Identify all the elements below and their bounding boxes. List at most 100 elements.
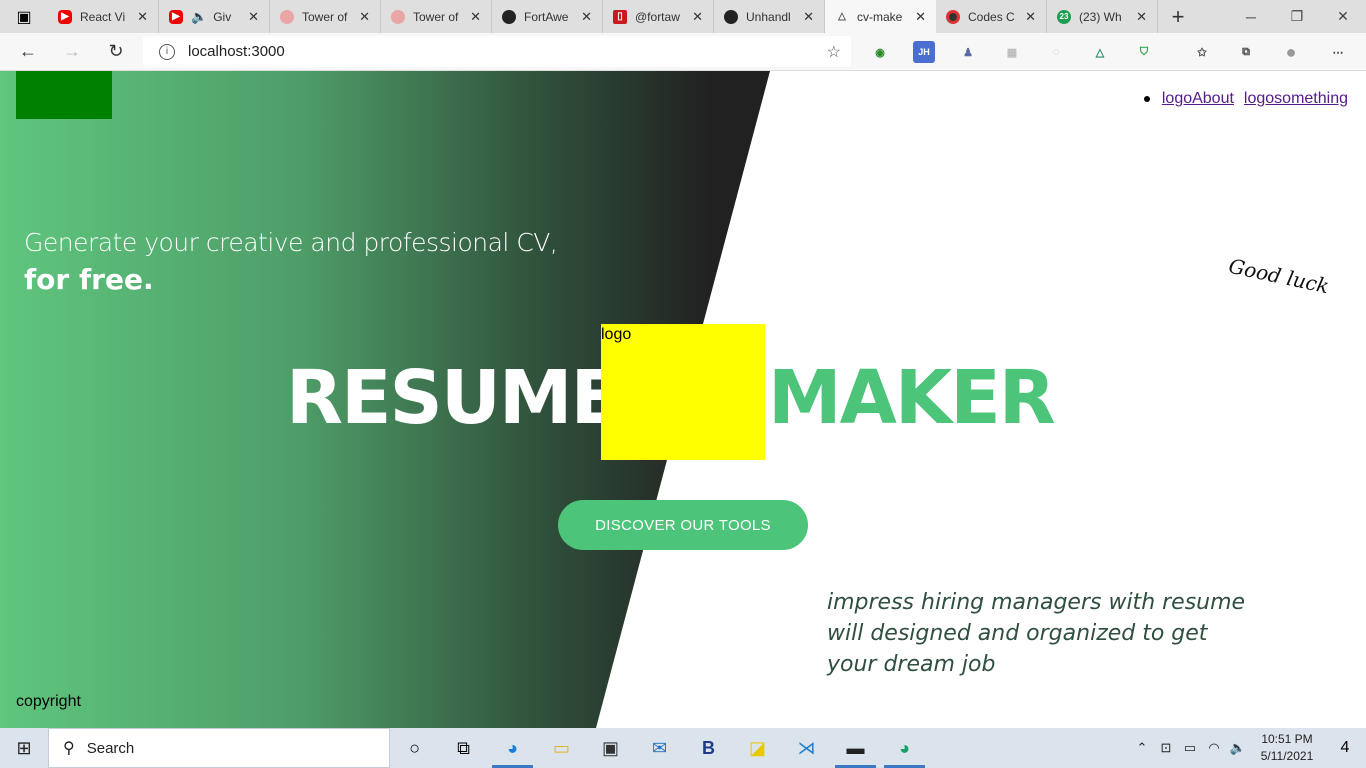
- tab-5[interactable]: ▯ @fortaw ✕: [603, 0, 714, 33]
- close-icon[interactable]: ✕: [137, 9, 148, 25]
- terminal-icon[interactable]: ▬: [831, 728, 880, 768]
- collections-icon[interactable]: ⧉: [1235, 41, 1257, 63]
- notification-icon[interactable]: 4: [1324, 739, 1366, 757]
- nav-link-something[interactable]: logosomething: [1244, 90, 1348, 108]
- chevron-up-icon[interactable]: ⌃: [1130, 740, 1154, 756]
- youtube-icon: ▶: [58, 9, 72, 24]
- back-icon[interactable]: ←: [6, 33, 50, 71]
- add-favorite-icon[interactable]: ☆: [827, 42, 841, 62]
- github-icon: [502, 9, 516, 24]
- favorites-icon[interactable]: ✩: [1191, 41, 1213, 63]
- close-icon[interactable]: ✕: [1136, 9, 1147, 25]
- battery-icon[interactable]: ▭: [1178, 740, 1202, 756]
- extension-globe-icon[interactable]: ◉: [869, 41, 891, 63]
- forward-icon[interactable]: →: [50, 33, 94, 71]
- good-luck-text: Good luck: [1226, 253, 1332, 299]
- cortana-icon[interactable]: ○: [390, 728, 439, 768]
- address-text: localhost:3000: [188, 43, 285, 60]
- copyright-text: copyright: [16, 693, 81, 710]
- extension-person-icon[interactable]: ♟: [957, 41, 979, 63]
- center-logo: logo: [601, 324, 765, 460]
- speaker-icon[interactable]: 🔈: [191, 9, 207, 25]
- clock[interactable]: 10:51 PM 5/11/2021: [1250, 731, 1324, 765]
- volume-icon[interactable]: 🔈: [1226, 740, 1250, 756]
- profile-avatar-icon[interactable]: ●: [1280, 41, 1302, 63]
- close-icon[interactable]: ✕: [692, 9, 703, 25]
- tab-8[interactable]: Codes C ✕: [936, 0, 1047, 33]
- minimize-icon[interactable]: ─: [1228, 0, 1274, 33]
- close-window-icon[interactable]: ✕: [1320, 0, 1366, 33]
- edge-dev-icon[interactable]: ◕: [880, 728, 929, 768]
- tab-1[interactable]: ▶ 🔈 Giv ✕: [159, 0, 270, 33]
- tab-9[interactable]: 23 (23) Wh ✕: [1047, 0, 1158, 33]
- close-icon[interactable]: ✕: [248, 9, 259, 25]
- extension-vue-icon[interactable]: △: [1089, 41, 1111, 63]
- close-icon[interactable]: ✕: [803, 9, 814, 25]
- wifi-icon[interactable]: ◠: [1202, 740, 1226, 756]
- info-icon[interactable]: i: [159, 43, 175, 60]
- tab-title: Giv: [213, 9, 232, 24]
- center-logo-label: logo: [601, 326, 632, 343]
- task-view-icon[interactable]: ⧉: [439, 728, 488, 768]
- discover-tools-button[interactable]: DISCOVER OUR TOOLS: [558, 500, 808, 550]
- cv-icon: △: [838, 11, 846, 22]
- red-icon: ▯: [613, 9, 627, 24]
- search-icon: ⚲: [63, 740, 75, 757]
- file-explorer-icon[interactable]: ▭: [537, 728, 586, 768]
- close-icon[interactable]: ✕: [359, 9, 370, 25]
- title-resume: RESUME: [286, 355, 621, 441]
- mail-icon[interactable]: ✉: [635, 728, 684, 768]
- tab-title: Tower of: [413, 9, 459, 24]
- header-logo[interactable]: [16, 71, 112, 119]
- tab-0[interactable]: ▶ React Vi ✕: [48, 0, 159, 33]
- vscode-icon[interactable]: ⋊: [782, 728, 831, 768]
- search-label: Search: [86, 739, 135, 757]
- tab-title: @fortaw: [635, 9, 680, 24]
- edge-icon[interactable]: ◕: [488, 728, 537, 768]
- tab-bar: ▣ ▶ React Vi ✕ ▶ 🔈 Giv ✕ Tower of ✕ Tower of ✕ …: [0, 0, 1366, 33]
- b-app-icon[interactable]: B: [684, 728, 733, 768]
- codes-icon: [946, 9, 960, 24]
- tab-7[interactable]: △ cv-make ✕: [825, 0, 936, 33]
- close-icon[interactable]: ✕: [581, 9, 592, 25]
- new-tab-button[interactable]: +: [1158, 0, 1198, 33]
- clock-date: 5/11/2021: [1260, 749, 1314, 763]
- title-maker: MAKER: [768, 355, 1056, 441]
- hero-tagline: Generate your creative and professional …: [24, 228, 558, 257]
- tab-title: Unhandl: [746, 9, 791, 24]
- tab-6[interactable]: Unhandl ✕: [714, 0, 825, 33]
- more-menu-icon[interactable]: ⋯: [1327, 41, 1349, 63]
- store-icon[interactable]: ▣: [586, 728, 635, 768]
- close-icon[interactable]: ✕: [1025, 9, 1036, 25]
- nav-link-about[interactable]: logoAbout: [1162, 90, 1234, 108]
- tab-title: (23) Wh: [1079, 9, 1122, 24]
- nav-menu: logoAbout logosomething: [1143, 90, 1348, 108]
- refresh-icon[interactable]: ↻: [94, 33, 138, 71]
- close-icon[interactable]: ✕: [470, 9, 481, 25]
- hero-tagline-bold: for free.: [24, 263, 154, 296]
- whatsapp-icon: 23: [1057, 9, 1071, 24]
- youtube-icon: ▶: [169, 9, 183, 24]
- extension-grid-icon[interactable]: ▦: [1001, 41, 1023, 63]
- address-bar[interactable]: i localhost:3000 ☆: [143, 36, 851, 67]
- meet-now-icon[interactable]: ⊡: [1154, 740, 1178, 756]
- tab-3[interactable]: Tower of ✕: [381, 0, 492, 33]
- windows-start-icon[interactable]: ⊞: [0, 728, 48, 768]
- window-controls: ─ ❐ ✕: [1228, 0, 1366, 33]
- restore-icon[interactable]: ❐: [1274, 0, 1320, 33]
- tower-icon: [391, 9, 405, 24]
- clock-time: 10:51 PM: [1261, 732, 1313, 746]
- tab-4[interactable]: FortAwe ✕: [492, 0, 603, 33]
- extension-circle-icon[interactable]: ◌: [1045, 41, 1067, 63]
- extension-jh-icon[interactable]: JH: [913, 41, 935, 63]
- tab-actions-icon[interactable]: ▣: [0, 0, 48, 33]
- web-page: logoAbout logosomething Generate your cr…: [0, 71, 1366, 728]
- sticky-notes-icon[interactable]: ◪: [733, 728, 782, 768]
- tab-2[interactable]: Tower of ✕: [270, 0, 381, 33]
- tower-icon: [280, 9, 294, 24]
- close-icon[interactable]: ✕: [915, 9, 926, 25]
- browser-toolbar: ← → ↻ i localhost:3000 ☆ ◉ JH ♟ ▦ ◌ △ ⛉ …: [0, 33, 1366, 71]
- tab-title: React Vi: [80, 9, 126, 24]
- taskbar-search[interactable]: ⚲ Search: [48, 728, 390, 768]
- extension-shield-icon[interactable]: ⛉: [1133, 41, 1155, 63]
